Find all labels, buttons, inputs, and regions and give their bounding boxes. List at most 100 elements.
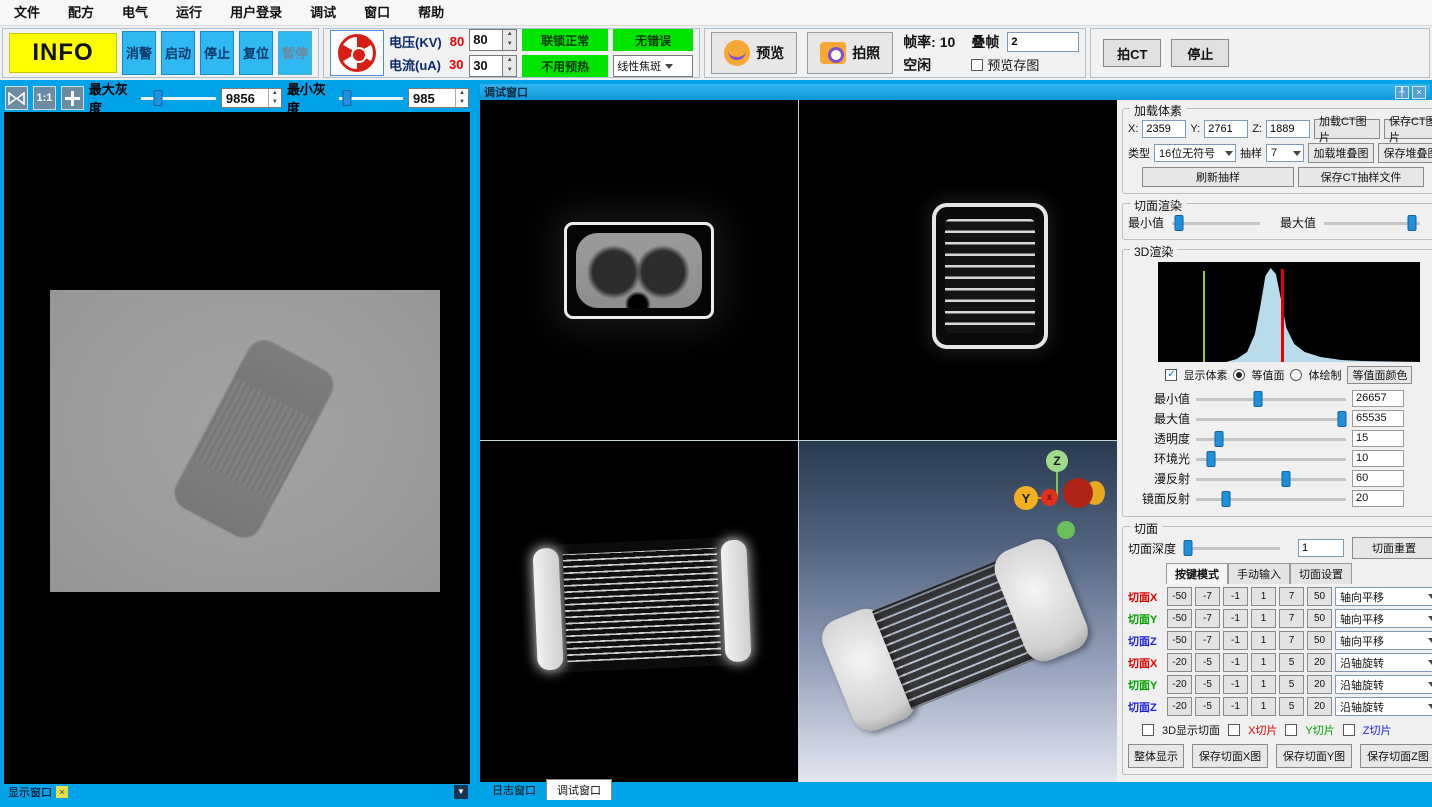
capture-button[interactable]: 拍照 (807, 32, 893, 74)
slice-step-button[interactable]: 5 (1279, 697, 1304, 716)
slice-step-button[interactable]: 7 (1279, 609, 1304, 628)
current-spinner-arrows[interactable]: ▲▼ (503, 55, 517, 77)
y-slice-checkbox[interactable] (1285, 724, 1297, 736)
show-3d-slice-checkbox[interactable] (1142, 724, 1154, 736)
tab-manual-input[interactable]: 手动输入 (1228, 563, 1290, 584)
slider[interactable] (1196, 451, 1346, 467)
preview-save-checkbox[interactable] (971, 59, 983, 71)
tab-display-window[interactable]: 显示窗口 (8, 784, 52, 800)
slice-step-button[interactable]: -1 (1223, 697, 1248, 716)
slider[interactable] (1196, 391, 1346, 407)
slice-mode-select[interactable]: 轴向平移 (1335, 631, 1432, 650)
slider-value[interactable]: 20 (1352, 490, 1404, 507)
isosurface-radio[interactable] (1233, 369, 1245, 381)
start-button[interactable]: 启动 (161, 31, 195, 75)
current-spinner[interactable]: 30 ▲▼ (469, 55, 517, 77)
slider-value[interactable]: 65535 (1352, 410, 1404, 427)
tab-slice-settings[interactable]: 切面设置 (1290, 563, 1352, 584)
menu-help[interactable]: 帮助 (404, 0, 458, 26)
ct-slice-viewport-xy[interactable] (480, 100, 798, 440)
x-slice-checkbox[interactable] (1228, 724, 1240, 736)
menu-user-login[interactable]: 用户登录 (216, 0, 296, 26)
slice-mode-select[interactable]: 沿轴旋转 (1335, 697, 1432, 716)
slider[interactable] (1196, 471, 1346, 487)
slider[interactable] (1196, 491, 1346, 507)
slider-value[interactable]: 15 (1352, 430, 1404, 447)
slice-min-slider[interactable] (1172, 215, 1260, 231)
slice-step-button[interactable]: -7 (1195, 631, 1220, 650)
slice-step-button[interactable]: 50 (1307, 587, 1332, 606)
max-gray-spinner[interactable]: 9856 ▲▼ (221, 88, 282, 108)
tab-debug-window[interactable]: 调试窗口 (546, 779, 612, 800)
reset-button[interactable]: 复位 (239, 31, 273, 75)
slice-step-button[interactable]: 1 (1251, 631, 1276, 650)
show-voxel-checkbox[interactable]: ✓ (1165, 369, 1177, 381)
slice-step-button[interactable]: -50 (1167, 609, 1192, 628)
slice-step-button[interactable]: -1 (1223, 587, 1248, 606)
tab-log-window[interactable]: 日志窗口 (482, 780, 546, 800)
voltage-spinner-arrows[interactable]: ▲▼ (503, 29, 517, 51)
min-gray-spinner[interactable]: 985 ▲▼ (408, 88, 469, 108)
alarm-clear-button[interactable]: 消警 (122, 31, 156, 75)
sample-select[interactable]: 7 (1266, 144, 1304, 162)
x-size-input[interactable] (1142, 120, 1186, 138)
max-gray-arrows[interactable]: ▲▼ (268, 89, 281, 107)
slice-step-button[interactable]: -1 (1223, 609, 1248, 628)
slice-mode-select[interactable]: 轴向平移 (1335, 609, 1432, 628)
pause-button[interactable]: 暂停 (278, 31, 312, 75)
menu-recipe[interactable]: 配方 (54, 0, 108, 26)
show-all-button[interactable]: 整体显示 (1128, 744, 1184, 768)
tab-list-dropdown-button[interactable]: ▼ (454, 785, 468, 799)
close-icon[interactable]: × (1412, 86, 1426, 99)
menu-file[interactable]: 文件 (0, 0, 54, 26)
save-slice-z-button[interactable]: 保存切面Z图 (1360, 744, 1432, 768)
slice-step-button[interactable]: -50 (1167, 587, 1192, 606)
slice-mode-select[interactable]: 轴向平移 (1335, 587, 1432, 606)
slice-step-button[interactable]: 20 (1307, 697, 1332, 716)
volume-render-radio[interactable] (1290, 369, 1302, 381)
slice-depth-input[interactable] (1298, 539, 1344, 557)
slice-step-button[interactable]: -50 (1167, 631, 1192, 650)
radiograph-viewport[interactable] (4, 112, 470, 784)
slice-step-button[interactable]: -20 (1167, 697, 1192, 716)
ct-capture-button[interactable]: 拍CT (1103, 39, 1161, 67)
pin-icon[interactable]: ╀ (1395, 86, 1409, 99)
crosshair-icon[interactable] (61, 86, 84, 110)
save-ct-sample-button[interactable]: 保存CT抽样文件 (1298, 167, 1424, 187)
slice-step-button[interactable]: 50 (1307, 631, 1332, 650)
z-slice-checkbox[interactable] (1343, 724, 1355, 736)
close-tab-icon[interactable]: × (56, 786, 68, 798)
min-gray-slider[interactable] (339, 90, 403, 106)
isosurface-color-button[interactable]: 等值面颜色 (1347, 366, 1412, 384)
slice-step-button[interactable]: 7 (1279, 631, 1304, 650)
save-stack-button[interactable]: 保存堆叠图 (1378, 143, 1432, 163)
slice-mode-select[interactable]: 沿轴旋转 (1335, 653, 1432, 672)
slice-step-button[interactable]: 1 (1251, 587, 1276, 606)
refresh-sample-button[interactable]: 刷新抽样 (1142, 167, 1294, 187)
slice-step-button[interactable]: -20 (1167, 653, 1192, 672)
slice-step-button[interactable]: -1 (1223, 631, 1248, 650)
one-to-one-zoom-icon[interactable]: 1:1 (33, 86, 56, 110)
menu-run[interactable]: 运行 (162, 0, 216, 26)
slice-step-button[interactable]: -5 (1195, 675, 1220, 694)
slider-value[interactable]: 26657 (1352, 390, 1404, 407)
slider[interactable] (1196, 431, 1346, 447)
focus-mode-select[interactable]: 线性焦斑 (613, 55, 693, 77)
slice-step-button[interactable]: -5 (1195, 653, 1220, 672)
volume-3d-viewport[interactable]: Z Y x (799, 441, 1117, 782)
slice-step-button[interactable]: 20 (1307, 653, 1332, 672)
slice-step-button[interactable]: -1 (1223, 653, 1248, 672)
slice-step-button[interactable]: -7 (1195, 609, 1220, 628)
xray-source-button[interactable] (330, 30, 384, 76)
slice-step-button[interactable]: 1 (1251, 697, 1276, 716)
save-ct-image-button[interactable]: 保存CT图片 (1384, 119, 1432, 139)
ct-slice-viewport-yz[interactable] (799, 100, 1117, 440)
slice-step-button[interactable]: -1 (1223, 675, 1248, 694)
stop-button[interactable]: 停止 (200, 31, 234, 75)
y-size-input[interactable] (1204, 120, 1248, 138)
tab-key-mode[interactable]: 按键模式 (1166, 563, 1228, 584)
slice-step-button[interactable]: 1 (1251, 653, 1276, 672)
slice-step-button[interactable]: 7 (1279, 587, 1304, 606)
slice-step-button[interactable]: -20 (1167, 675, 1192, 694)
stack-frames-input[interactable] (1007, 32, 1079, 52)
